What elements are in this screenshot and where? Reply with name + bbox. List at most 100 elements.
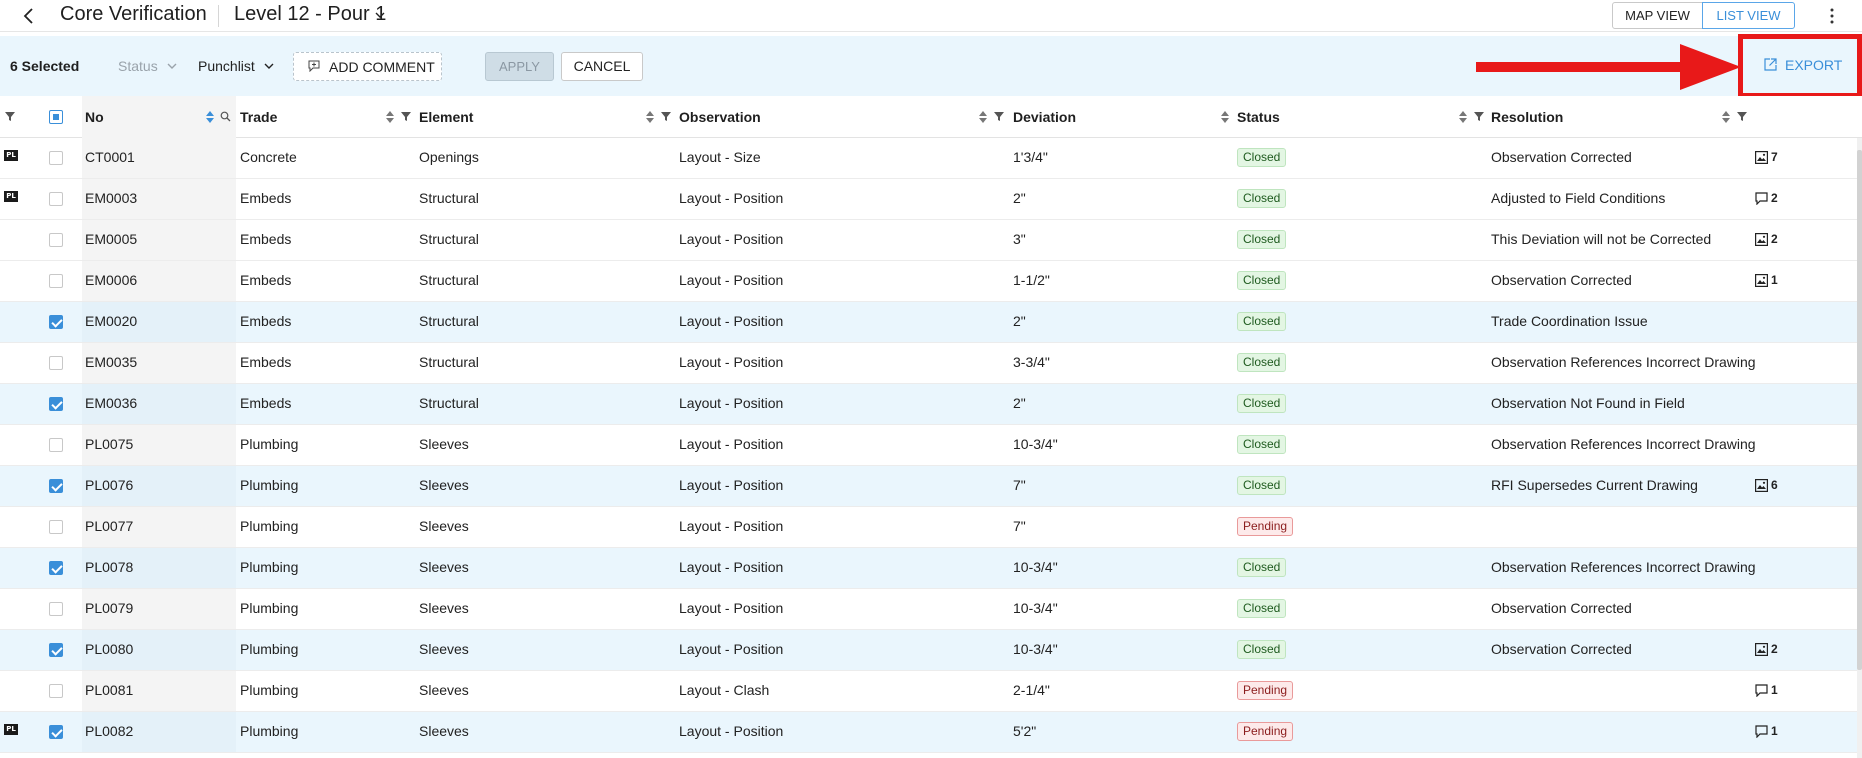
row-checkbox[interactable] (49, 315, 63, 329)
cell-no[interactable]: PL0080 (85, 641, 133, 657)
row-checkbox[interactable] (49, 438, 63, 452)
table-row[interactable]: PL0078 Plumbing Sleeves Layout - Position 10… (0, 548, 1862, 589)
more-options-icon[interactable] (1826, 6, 1838, 26)
column-header-label: No (85, 109, 104, 125)
attachment-count-label: 2 (1771, 232, 1778, 246)
cell-no[interactable]: PL0081 (85, 682, 133, 698)
table-row[interactable]: PL0080 Plumbing Sleeves Layout - Position 10… (0, 630, 1862, 671)
filter-icon[interactable] (401, 111, 411, 122)
column-header-element[interactable]: Element (419, 96, 473, 138)
list-view-button[interactable]: LIST VIEW (1702, 2, 1795, 29)
attachment-count[interactable]: 6 (1755, 478, 1778, 492)
export-label: EXPORT (1785, 57, 1843, 73)
row-checkbox[interactable] (49, 643, 63, 657)
row-checkbox[interactable] (49, 274, 63, 288)
table-row[interactable]: EM0005 Embeds Structural Layout - Position 3… (0, 220, 1862, 261)
cell-trade: Concrete (240, 149, 297, 165)
column-header-observation[interactable]: Observation (679, 96, 761, 138)
column-header-deviation[interactable]: Deviation (1013, 96, 1076, 138)
filter-icon[interactable] (1737, 111, 1747, 122)
punchlist-icon: PL (4, 191, 18, 202)
row-checkbox[interactable] (49, 192, 63, 206)
cell-no[interactable]: PL0078 (85, 559, 133, 575)
select-all-checkbox[interactable] (49, 110, 63, 124)
sort-icon[interactable] (1220, 110, 1230, 124)
cell-no[interactable]: PL0079 (85, 600, 133, 616)
column-header-resolution[interactable]: Resolution (1491, 96, 1563, 138)
row-checkbox[interactable] (49, 151, 63, 165)
cell-no[interactable]: EM0006 (85, 272, 137, 288)
row-checkbox[interactable] (49, 725, 63, 739)
level-selector[interactable]: Level 12 - Pour 1 (234, 3, 386, 26)
row-checkbox[interactable] (49, 561, 63, 575)
sort-icon[interactable] (385, 110, 395, 124)
cell-deviation: 10-3/4" (1013, 436, 1058, 452)
cell-trade: Plumbing (240, 641, 299, 657)
cell-observation: Layout - Size (679, 149, 761, 165)
cell-no[interactable]: PL0075 (85, 436, 133, 452)
map-view-button[interactable]: MAP VIEW (1612, 2, 1703, 29)
export-button[interactable]: EXPORT (1764, 57, 1842, 73)
table-row[interactable]: PL EM0003 Embeds Structural Layout - Positio… (0, 179, 1862, 220)
attachment-count[interactable]: 2 (1755, 642, 1778, 656)
row-checkbox[interactable] (49, 520, 63, 534)
cell-no[interactable]: PL0077 (85, 518, 133, 534)
search-icon[interactable] (220, 111, 231, 122)
add-comment-button[interactable]: ADD COMMENT (293, 52, 442, 81)
table-row[interactable]: EM0035 Embeds Structural Layout - Position 3… (0, 343, 1862, 384)
attachment-count[interactable]: 1 (1755, 683, 1778, 697)
sort-icon[interactable] (205, 110, 215, 124)
sort-icon[interactable] (1458, 110, 1468, 124)
row-checkbox[interactable] (49, 479, 63, 493)
chevron-down-icon[interactable] (373, 8, 387, 22)
attachment-count[interactable]: 1 (1755, 273, 1778, 287)
attachment-count[interactable]: 2 (1755, 232, 1778, 246)
attachment-count[interactable]: 1 (1755, 724, 1778, 738)
filter-icon[interactable] (661, 111, 671, 122)
table-row[interactable]: EM0020 Embeds Structural Layout - Position 2… (0, 302, 1862, 343)
cell-no[interactable]: PL0082 (85, 723, 133, 739)
filter-icon[interactable] (5, 111, 15, 122)
table-row[interactable]: PL0079 Plumbing Sleeves Layout - Position 10… (0, 589, 1862, 630)
cell-no[interactable]: EM0035 (85, 354, 137, 370)
cell-no[interactable]: PL0076 (85, 477, 133, 493)
attachment-count[interactable]: 7 (1755, 150, 1778, 164)
back-arrow-icon[interactable] (18, 4, 40, 28)
column-header-trade[interactable]: Trade (240, 96, 277, 138)
table-row[interactable]: EM0006 Embeds Structural Layout - Position 1… (0, 261, 1862, 302)
sort-icon[interactable] (1721, 110, 1731, 124)
cell-no[interactable]: CT0001 (85, 149, 135, 165)
punchlist-filter-label: Punchlist (198, 58, 255, 74)
cell-no[interactable]: EM0003 (85, 190, 137, 206)
table-row[interactable]: PL0077 Plumbing Sleeves Layout - Position 7"… (0, 507, 1862, 548)
table-row[interactable]: EM0036 Embeds Structural Layout - Position 2… (0, 384, 1862, 425)
apply-button[interactable]: APPLY (485, 52, 554, 81)
punchlist-filter-dropdown[interactable]: Punchlist (198, 58, 275, 74)
cell-trade: Plumbing (240, 600, 299, 616)
row-checkbox[interactable] (49, 233, 63, 247)
cell-no[interactable]: EM0036 (85, 395, 137, 411)
status-filter-dropdown[interactable]: Status (118, 58, 178, 74)
cell-trade: Embeds (240, 313, 292, 329)
cell-observation: Layout - Position (679, 354, 784, 370)
table-row[interactable]: PL0076 Plumbing Sleeves Layout - Position 7"… (0, 466, 1862, 507)
cancel-button[interactable]: CANCEL (561, 52, 643, 81)
sort-icon[interactable] (978, 110, 988, 124)
row-checkbox[interactable] (49, 684, 63, 698)
column-header-status[interactable]: Status (1237, 96, 1280, 138)
filter-icon[interactable] (1474, 111, 1484, 122)
sort-icon[interactable] (645, 110, 655, 124)
cell-no[interactable]: EM0005 (85, 231, 137, 247)
row-checkbox[interactable] (49, 356, 63, 370)
status-filter-label: Status (118, 58, 158, 74)
table-row[interactable]: PL CT0001 Concrete Openings Layout - Size 1'3… (0, 138, 1862, 179)
cell-no[interactable]: EM0020 (85, 313, 137, 329)
scrollbar-thumb[interactable] (1857, 150, 1862, 670)
row-checkbox[interactable] (49, 397, 63, 411)
filter-icon[interactable] (994, 111, 1004, 122)
table-row[interactable]: PL0075 Plumbing Sleeves Layout - Position 10… (0, 425, 1862, 466)
table-row[interactable]: PL PL0082 Plumbing Sleeves Layout - Position… (0, 712, 1862, 753)
table-row[interactable]: PL0081 Plumbing Sleeves Layout - Clash 2-1/4… (0, 671, 1862, 712)
attachment-count[interactable]: 2 (1755, 191, 1778, 205)
row-checkbox[interactable] (49, 602, 63, 616)
